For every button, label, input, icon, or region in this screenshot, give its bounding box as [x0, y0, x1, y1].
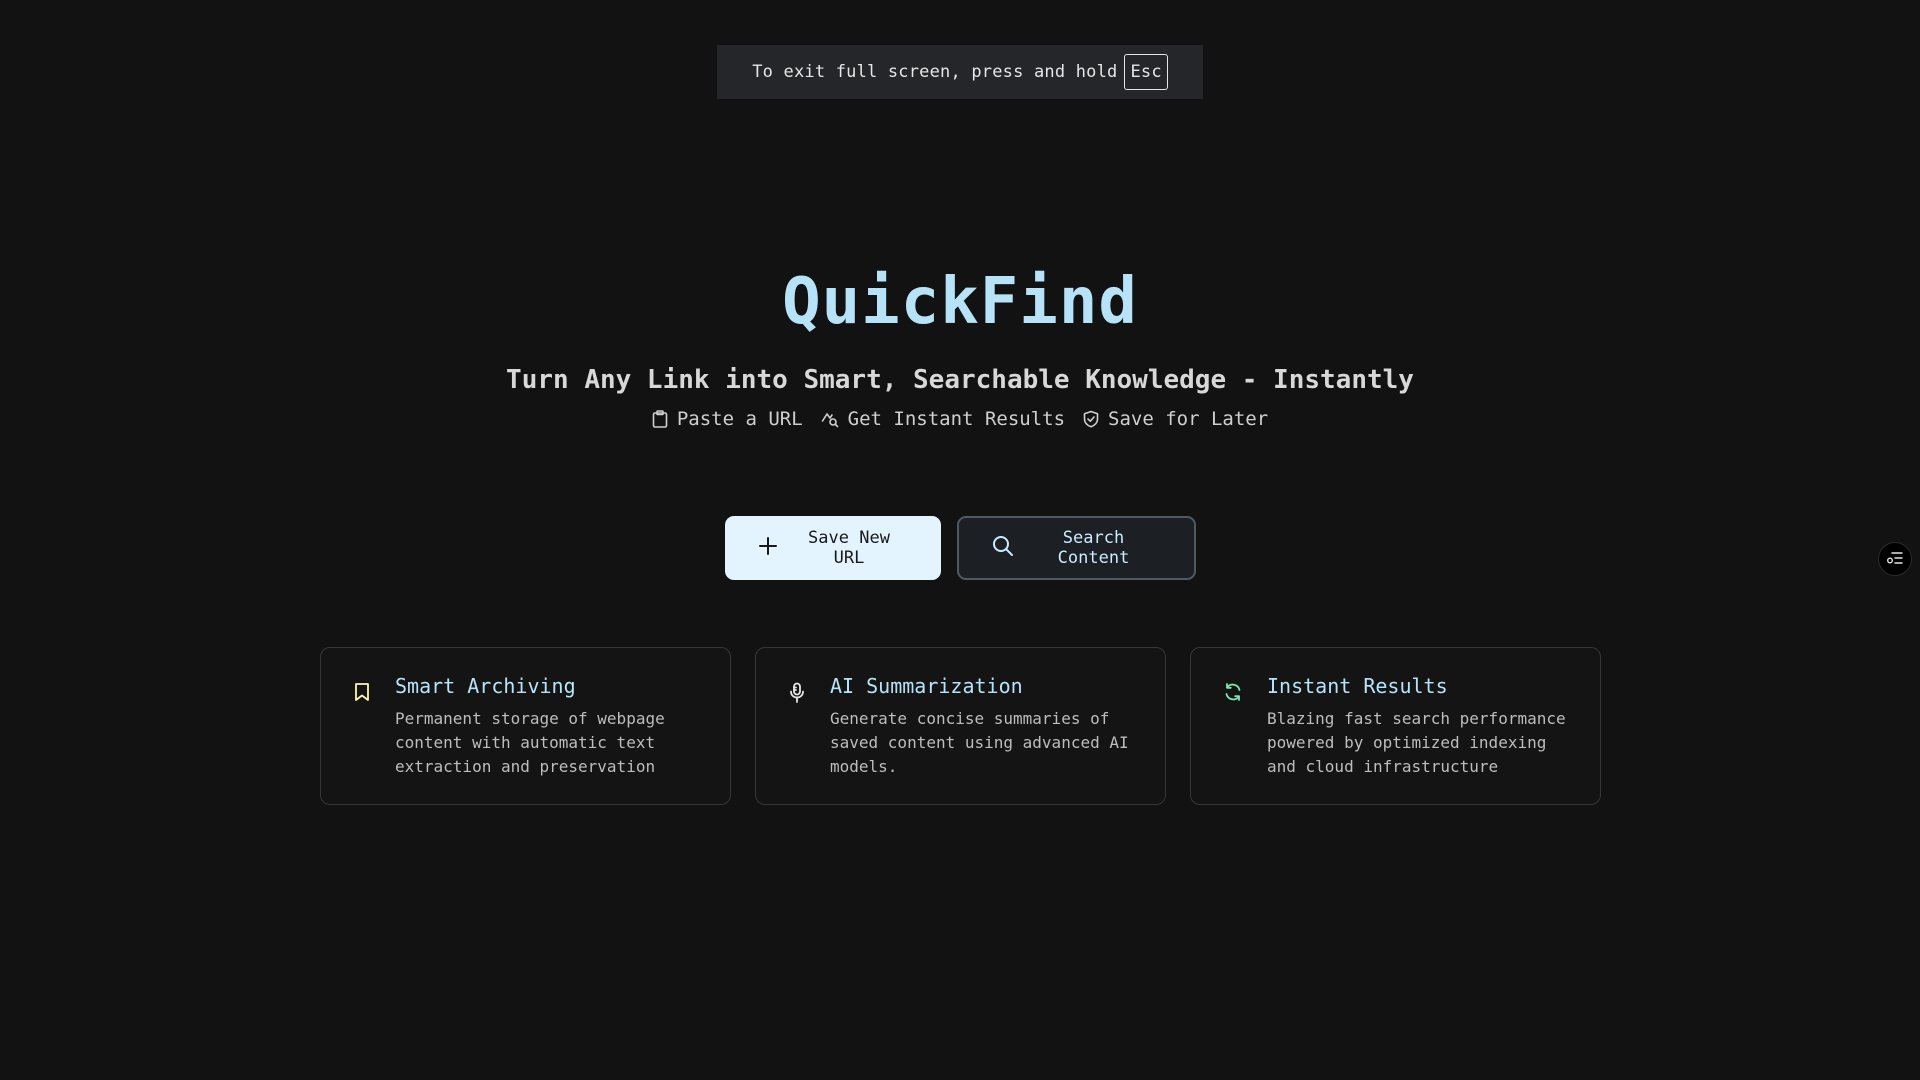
feature-save-later: Save for Later: [1083, 408, 1268, 430]
feature-label: Get Instant Results: [847, 408, 1066, 430]
settings-list-icon: [1886, 550, 1904, 569]
primary-actions: Save New URL Search Content: [0, 516, 1920, 580]
feature-label: Save for Later: [1108, 408, 1269, 430]
card-instant-results: Instant Results Blazing fast search perf…: [1190, 647, 1601, 805]
shield-check-icon: [1083, 410, 1099, 428]
card-title: AI Summarization: [830, 674, 1023, 698]
refresh-icon: [1223, 683, 1243, 706]
feature-instant-results: Get Instant Results: [821, 408, 1065, 430]
tagline: Turn Any Link into Smart, Searchable Kno…: [506, 365, 1414, 395]
microphone-icon: [788, 682, 806, 708]
clipboard-icon: [652, 410, 668, 428]
fullscreen-notice: To exit full screen, press and hold Esc: [717, 45, 1203, 99]
feature-cards: Smart Archiving Permanent storage of web…: [320, 647, 1601, 805]
app-title: QuickFind: [782, 265, 1138, 339]
sparkle-search-icon: [821, 410, 839, 428]
search-icon: [992, 535, 1014, 562]
feature-highlights: Paste a URL Get Instant Results Save for…: [0, 408, 1920, 430]
feature-label: Paste a URL: [676, 408, 803, 430]
card-title: Smart Archiving: [395, 674, 576, 698]
save-new-url-button[interactable]: Save New URL: [724, 516, 941, 580]
card-description: Generate concise summaries of saved cont…: [830, 709, 1129, 776]
search-content-button[interactable]: Search Content: [956, 516, 1196, 580]
bookmark-icon: [353, 683, 371, 706]
search-content-label: Search Content: [1057, 528, 1130, 568]
card-description: Permanent storage of webpage content wit…: [395, 709, 665, 776]
fullscreen-notice-text: To exit full screen, press and hold: [752, 62, 1118, 82]
floating-settings-widget[interactable]: [1878, 542, 1912, 576]
save-new-url-label: Save New URL: [808, 528, 890, 568]
esc-key: Esc: [1124, 54, 1168, 90]
card-description: Blazing fast search performance powered …: [1267, 709, 1566, 776]
page: To exit full screen, press and hold Esc …: [0, 0, 1920, 1080]
feature-paste-url: Paste a URL: [652, 408, 803, 430]
card-title: Instant Results: [1267, 674, 1448, 698]
card-ai-summarization: AI Summarization Generate concise summar…: [755, 647, 1166, 805]
card-smart-archiving: Smart Archiving Permanent storage of web…: [320, 647, 731, 805]
plus-icon: [758, 536, 778, 561]
